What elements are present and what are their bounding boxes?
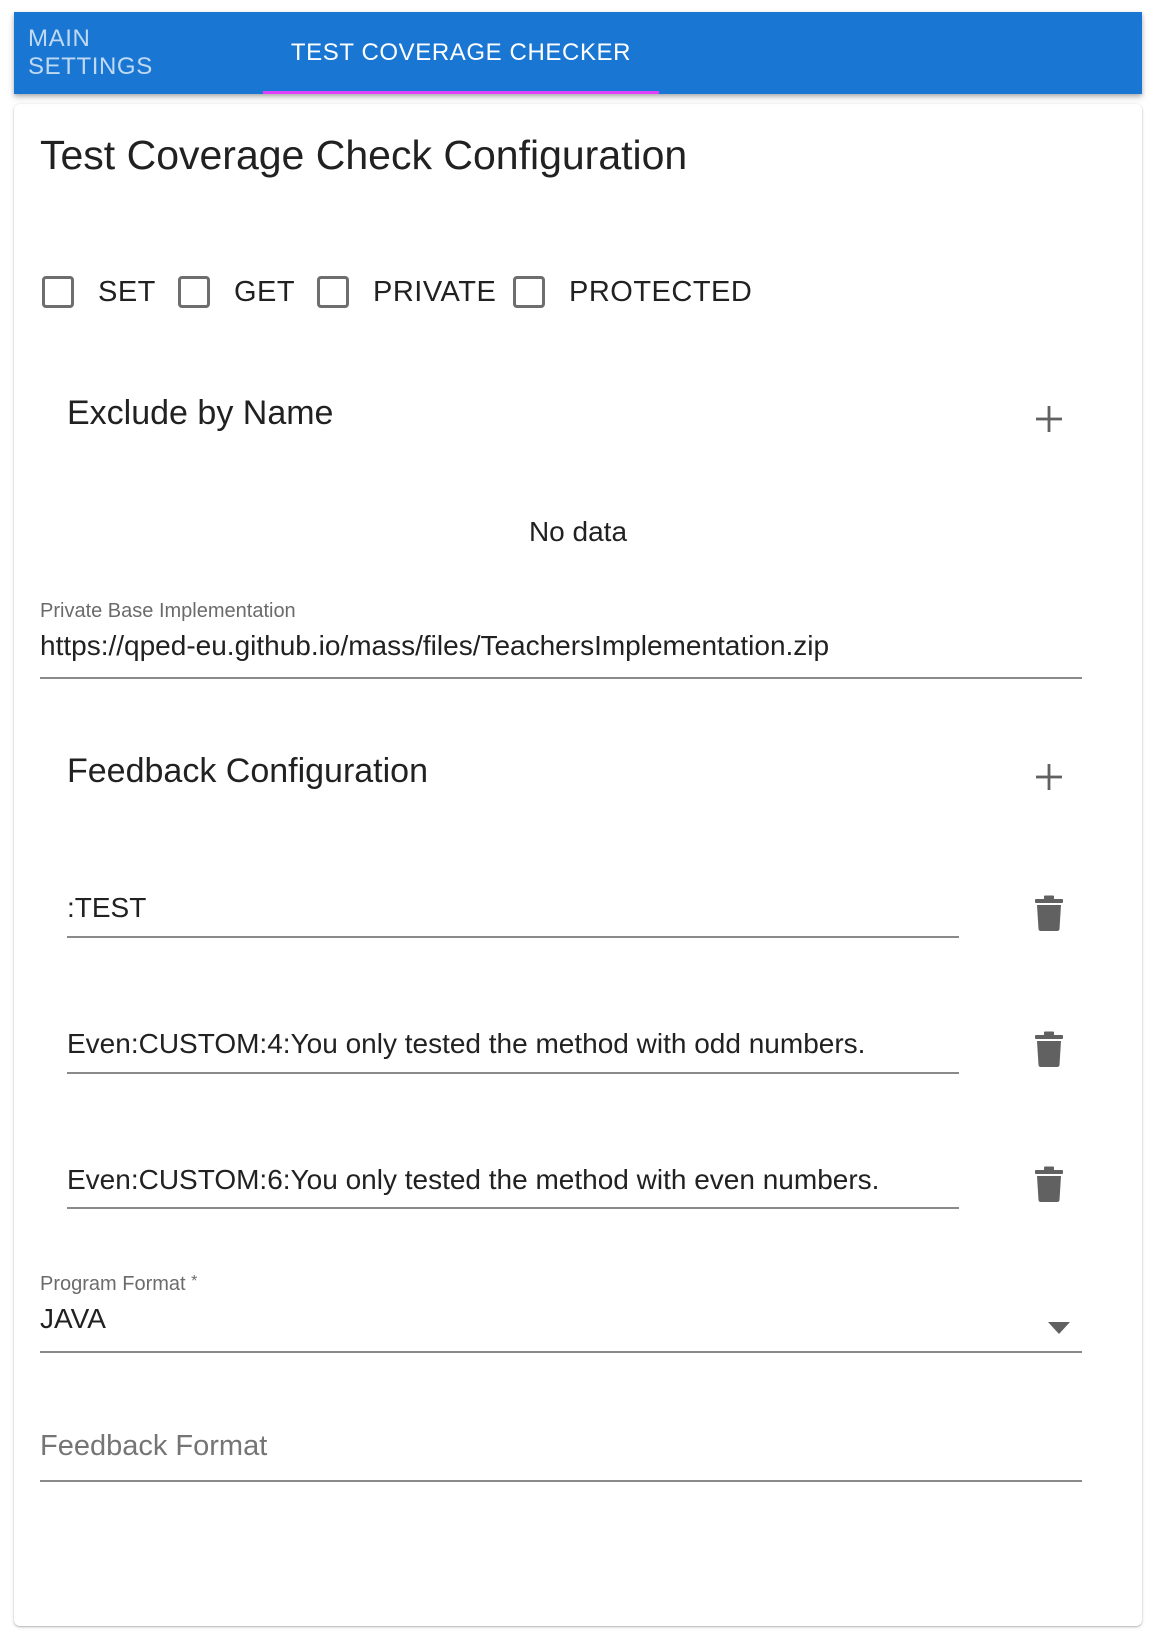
tab-test-coverage-checker[interactable]: TEST COVERAGE CHECKER (263, 12, 659, 94)
feedback-format-placeholder: Feedback Format (40, 1430, 268, 1462)
exclude-empty-text: No data (528, 516, 628, 547)
program-format-label: Program Format * (40, 1273, 197, 1296)
plus-icon (1036, 764, 1062, 790)
exclude-by-name-title: Exclude by Name (67, 394, 334, 432)
feedback-item-underline (67, 1207, 959, 1209)
program-format-select[interactable]: JAVA (40, 1303, 1082, 1351)
checkbox-protected[interactable]: PROTECTED (513, 270, 752, 314)
add-feedback-button[interactable] (1021, 749, 1077, 805)
trash-icon (1035, 1166, 1063, 1202)
delete-feedback-button[interactable] (1021, 885, 1077, 941)
trash-icon (1035, 895, 1063, 931)
active-tab-indicator (263, 91, 659, 94)
caret-down-icon (1048, 1322, 1070, 1334)
feedback-item-row (67, 1160, 959, 1200)
trash-icon (1035, 1031, 1063, 1067)
checkbox-label: PROTECTED (569, 275, 753, 308)
checkbox-private[interactable]: PRIVATE (317, 270, 496, 314)
delete-feedback-button[interactable] (1021, 1156, 1077, 1212)
feedback-format-underline (40, 1480, 1082, 1482)
feedback-item-input[interactable] (67, 1024, 959, 1064)
program-format-value: JAVA (40, 1303, 106, 1334)
plus-icon (1036, 406, 1062, 432)
required-mark: * (191, 1273, 198, 1290)
delete-feedback-button[interactable] (1021, 1021, 1077, 1077)
private-base-label: Private Base Implementation (40, 600, 296, 622)
checkbox-set[interactable]: SET (42, 270, 156, 314)
private-base-field[interactable]: https://qped-eu.github.io/mass/files/Tea… (40, 630, 1082, 678)
checkbox-box[interactable] (178, 276, 210, 308)
checkbox-label: PRIVATE (373, 275, 497, 308)
checkbox-label: GET (234, 275, 296, 308)
private-base-value[interactable]: https://qped-eu.github.io/mass/files/Tea… (40, 630, 829, 661)
page-title: Test Coverage Check Configuration (40, 132, 688, 178)
checkbox-box[interactable] (513, 276, 545, 308)
feedback-item-row (67, 888, 959, 928)
feedback-item-underline (67, 1072, 959, 1074)
tab-bar: MAIN SETTINGS TEST COVERAGE CHECKER (14, 12, 1142, 94)
checkbox-label: SET (98, 275, 156, 308)
checkbox-box[interactable] (317, 276, 349, 308)
feedback-item-input[interactable] (67, 1160, 959, 1200)
feedback-item-row (67, 1024, 959, 1064)
feedback-item-underline (67, 936, 959, 938)
coverage-config-card: Test Coverage Check Configuration SET GE… (14, 104, 1142, 1626)
add-exclude-button[interactable] (1021, 391, 1077, 447)
private-base-underline (40, 677, 1082, 679)
feedback-item-input[interactable] (67, 888, 959, 928)
tab-main-settings[interactable]: MAIN SETTINGS (28, 12, 222, 94)
program-format-underline (40, 1351, 1082, 1353)
checkbox-box[interactable] (42, 276, 74, 308)
checkbox-get[interactable]: GET (178, 270, 295, 314)
feedback-config-title: Feedback Configuration (67, 752, 429, 790)
program-format-label-text: Program Format (40, 1273, 186, 1295)
feedback-format-field[interactable]: Feedback Format (40, 1430, 1082, 1478)
